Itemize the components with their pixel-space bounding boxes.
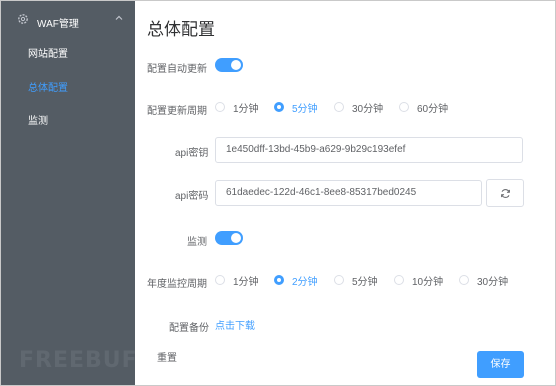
sidebar-header-title: WAF管理 bbox=[37, 19, 79, 30]
radio-circle bbox=[399, 102, 409, 112]
save-button[interactable]: 保存 bbox=[477, 351, 524, 378]
radio-label: 30分钟 bbox=[477, 276, 509, 288]
svg-text:FREEBUF: FREEBUF bbox=[19, 348, 138, 373]
update-period-radio-5min[interactable]: 5分钟 bbox=[274, 100, 318, 115]
radio-label: 60分钟 bbox=[417, 103, 449, 115]
radio-label: 5分钟 bbox=[292, 103, 318, 115]
sidebar-item-general-config[interactable]: 总体配置 bbox=[1, 73, 135, 105]
monitor-label: 监测 bbox=[187, 237, 207, 248]
page-title: 总体配置 bbox=[147, 20, 215, 39]
download-backup-link[interactable]: 点击下载 bbox=[215, 317, 255, 332]
radio-circle bbox=[334, 275, 344, 285]
radio-circle bbox=[459, 275, 469, 285]
radio-circle bbox=[274, 275, 284, 285]
gear-icon bbox=[18, 14, 28, 24]
api-password-label: api密码 bbox=[175, 191, 209, 202]
reset-button[interactable]: 重置 bbox=[157, 347, 197, 371]
backup-label: 配置备份 bbox=[169, 323, 209, 334]
radio-label: 30分钟 bbox=[352, 103, 384, 115]
auto-update-switch[interactable] bbox=[215, 58, 243, 72]
api-password-input[interactable]: 61daedec-122d-46c1-8ee8-85317bed0245 bbox=[215, 180, 482, 206]
switch-knob bbox=[231, 233, 241, 243]
radio-circle bbox=[215, 102, 225, 112]
radio-label: 2分钟 bbox=[292, 276, 318, 288]
api-key-input[interactable]: 1e450dff-13bd-45b9-a629-9b29c193efef bbox=[215, 137, 523, 163]
radio-circle bbox=[274, 102, 284, 112]
chevron-up-icon[interactable] bbox=[114, 13, 124, 23]
sidebar: WAF管理 网站配置 总体配置 监测 FREEBUF bbox=[1, 1, 137, 385]
sidebar-header[interactable]: WAF管理 bbox=[1, 1, 135, 37]
radio-label: 1分钟 bbox=[233, 276, 259, 288]
radio-circle bbox=[334, 102, 344, 112]
sidebar-item-site-config[interactable]: 网站配置 bbox=[1, 39, 135, 71]
monitor-switch[interactable] bbox=[215, 231, 243, 245]
sidebar-item-monitor[interactable]: 监测 bbox=[1, 106, 135, 138]
update-period-label: 配置更新周期 bbox=[147, 106, 207, 117]
annual-period-label: 年度监控周期 bbox=[147, 279, 207, 290]
main-panel: 总体配置 配置自动更新 配置更新周期 1分钟 5分钟 30分钟 60分钟 api… bbox=[135, 1, 555, 385]
update-period-radio-1min[interactable]: 1分钟 bbox=[215, 100, 259, 115]
update-period-radio-30min[interactable]: 30分钟 bbox=[334, 100, 384, 115]
annual-period-radio-1min[interactable]: 1分钟 bbox=[215, 273, 259, 288]
annual-period-radio-5min[interactable]: 5分钟 bbox=[334, 273, 378, 288]
update-period-radio-60min[interactable]: 60分钟 bbox=[399, 100, 449, 115]
annual-period-radio-10min[interactable]: 10分钟 bbox=[394, 273, 444, 288]
radio-circle bbox=[215, 275, 225, 285]
radio-label: 10分钟 bbox=[412, 276, 444, 288]
radio-label: 1分钟 bbox=[233, 103, 259, 115]
api-key-label: api密钥 bbox=[175, 148, 209, 159]
refresh-password-button[interactable] bbox=[486, 179, 524, 207]
refresh-icon bbox=[501, 189, 510, 198]
annual-period-radio-2min[interactable]: 2分钟 bbox=[274, 273, 318, 288]
radio-label: 5分钟 bbox=[352, 276, 378, 288]
auto-update-label: 配置自动更新 bbox=[147, 64, 207, 75]
switch-knob bbox=[231, 60, 241, 70]
annual-period-radio-30min[interactable]: 30分钟 bbox=[459, 273, 509, 288]
radio-circle bbox=[394, 275, 404, 285]
watermark-logo: FREEBUF bbox=[19, 348, 138, 373]
